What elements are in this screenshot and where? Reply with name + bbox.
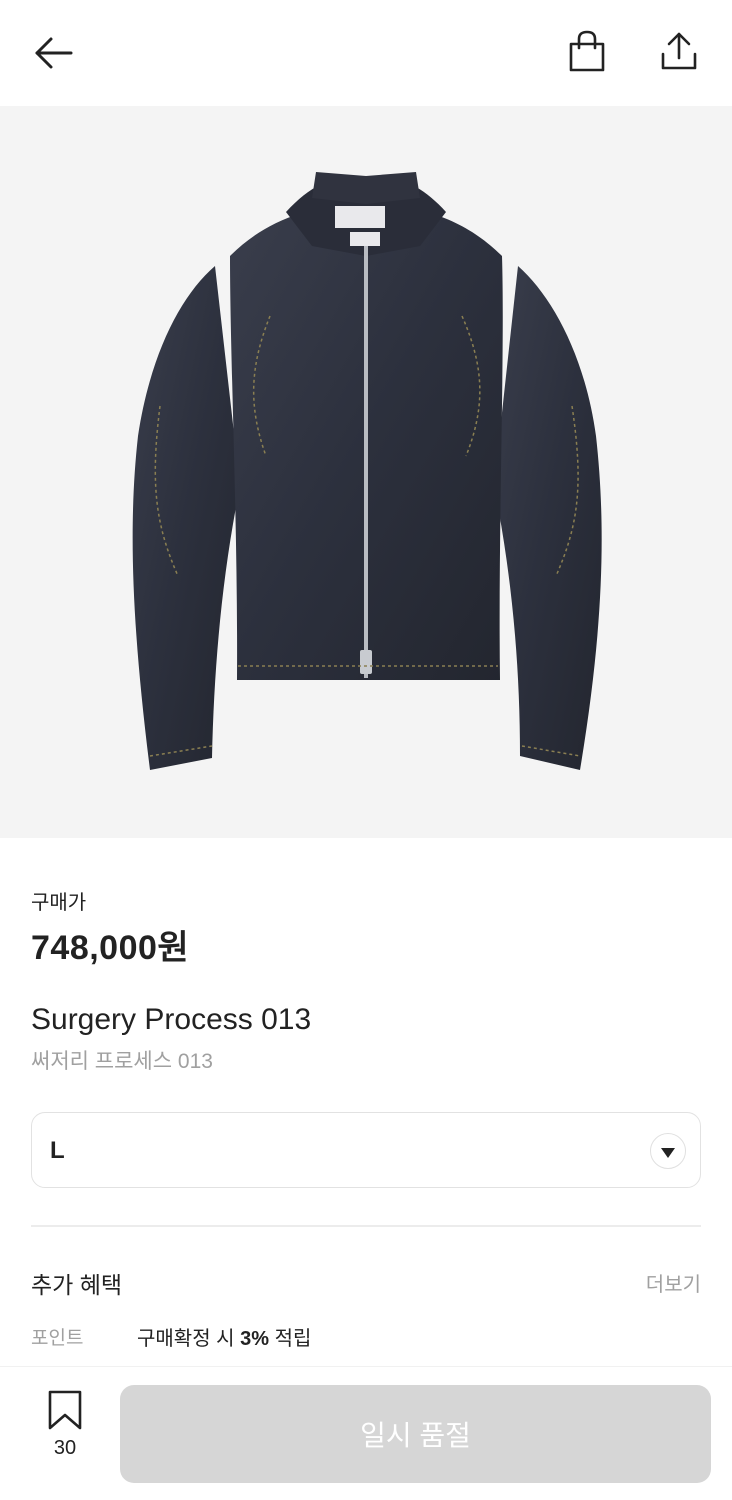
benefits-title: 추가 혜택	[31, 1272, 123, 1298]
product-name-english: Surgery Process 013	[31, 1003, 312, 1036]
chevron-down-icon	[650, 1133, 686, 1169]
shopping-bag-icon	[569, 30, 605, 72]
point-suffix: 적립	[269, 1328, 312, 1350]
arrow-left-icon	[35, 37, 73, 69]
product-image[interactable]	[0, 106, 732, 838]
selected-size: L	[50, 1137, 65, 1164]
benefits-more-link[interactable]: 더보기	[646, 1268, 701, 1297]
back-button[interactable]	[30, 30, 76, 76]
divider	[31, 1225, 701, 1227]
product-name-korean: 써저리 프로세스 013	[31, 1050, 213, 1073]
bookmark-count: 30	[53, 1437, 77, 1459]
cart-button[interactable]	[564, 28, 610, 74]
price-label: 구매가	[31, 892, 87, 914]
point-label: 포인트	[31, 1328, 84, 1349]
point-description: 구매확정 시 3% 적립	[137, 1322, 311, 1351]
share-icon	[661, 32, 697, 70]
sold-out-button[interactable]: 일시 품절	[120, 1385, 711, 1483]
bottom-action-bar: 30 일시 품절	[0, 1366, 732, 1500]
price-value: 748,000원	[31, 929, 190, 967]
point-rate: 3%	[240, 1328, 270, 1350]
bookmark-button[interactable]: 30	[34, 1389, 96, 1479]
bookmark-icon	[48, 1390, 82, 1430]
size-dropdown[interactable]: L	[31, 1112, 701, 1188]
jacket-illustration	[132, 172, 602, 770]
top-navigation-bar	[0, 0, 732, 106]
share-button[interactable]	[656, 28, 702, 74]
point-prefix: 구매확정 시	[137, 1328, 241, 1350]
